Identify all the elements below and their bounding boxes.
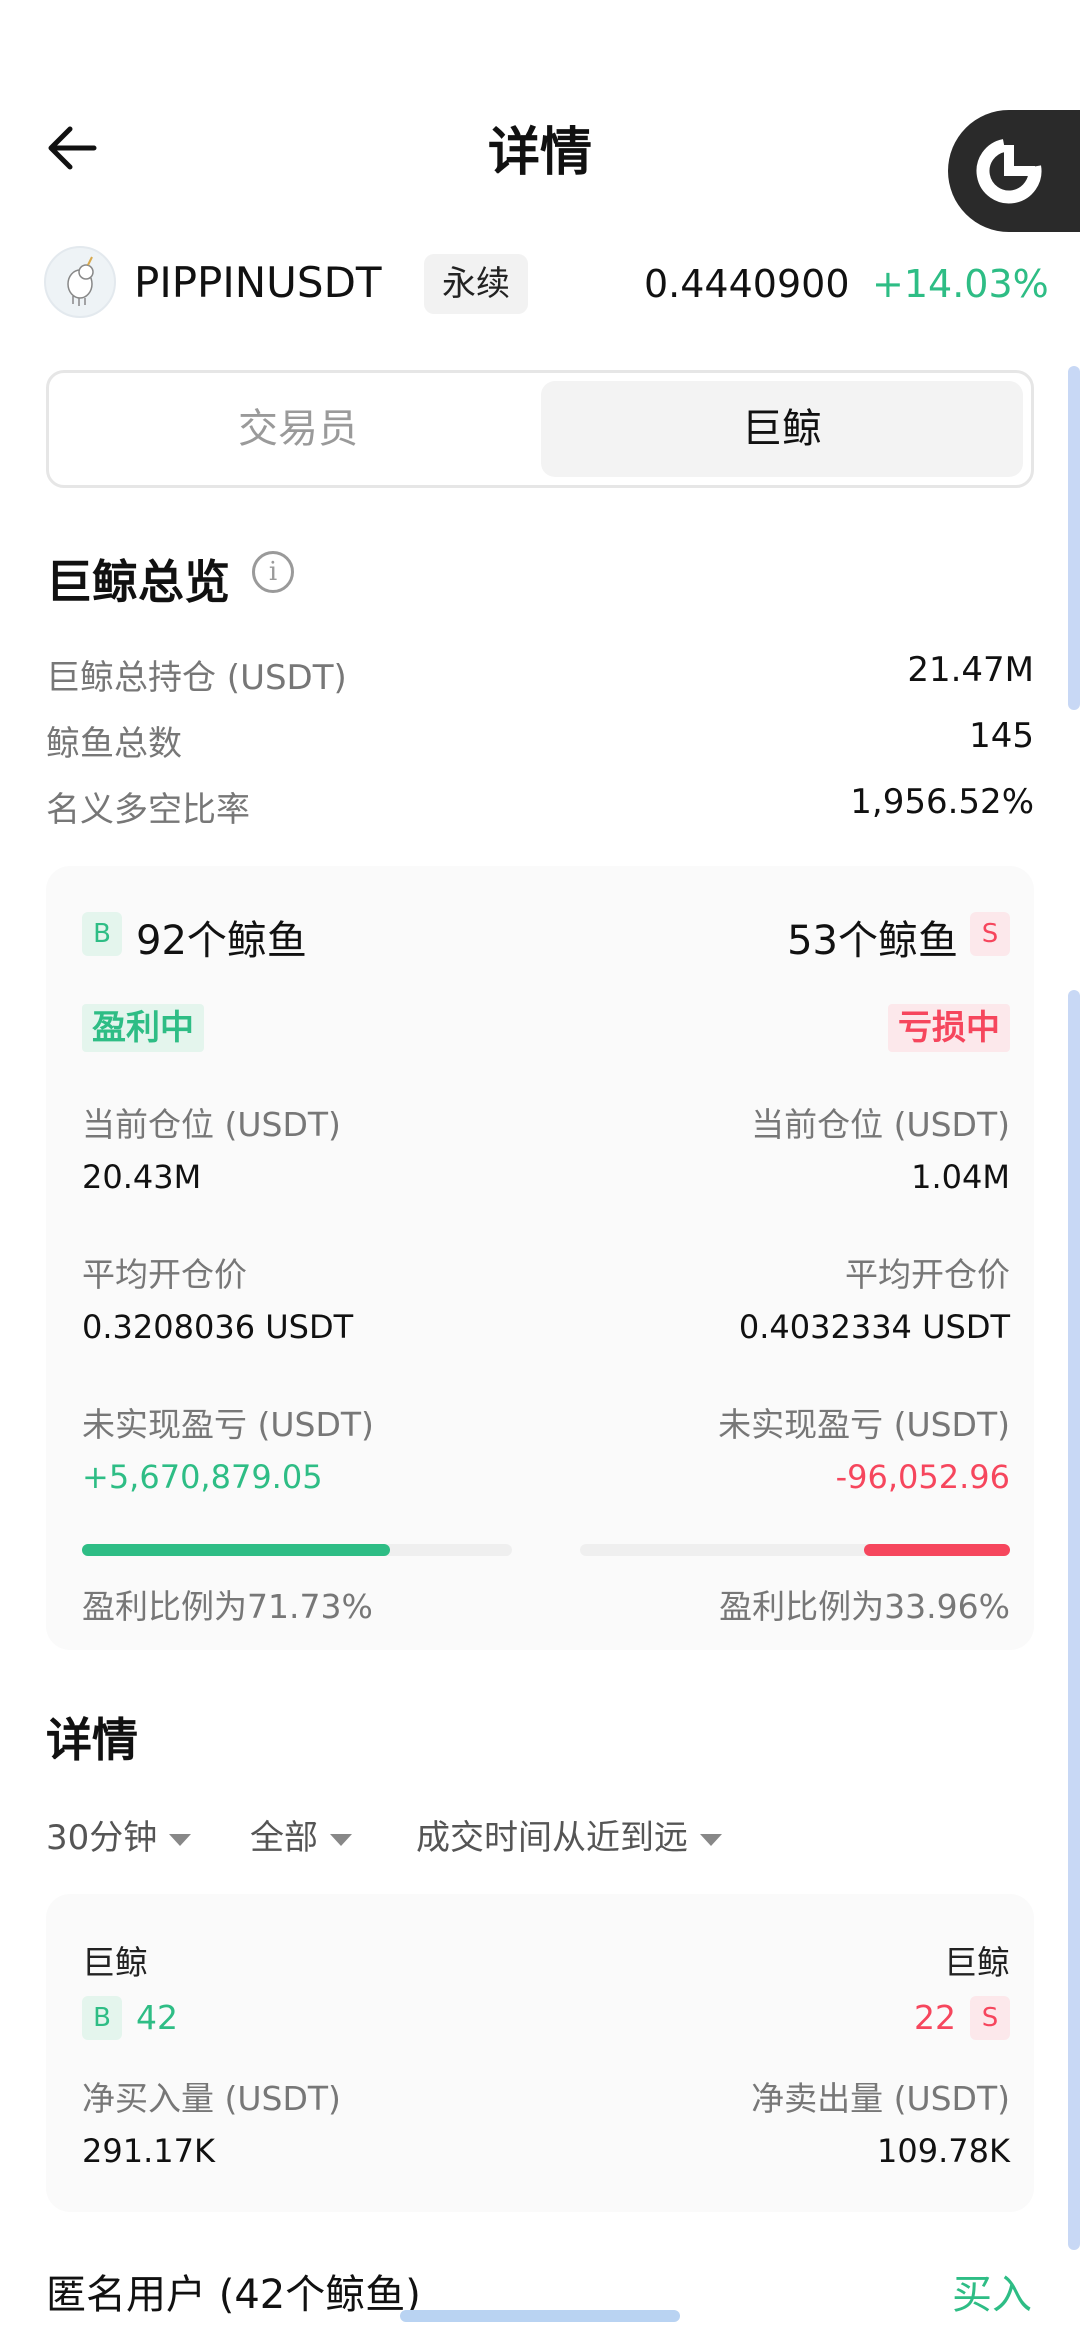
scrollbar-main[interactable]: [1068, 990, 1080, 2250]
info-icon[interactable]: i: [252, 551, 294, 593]
anonymous-user-label[interactable]: 匿名用户 (42个鲸鱼): [46, 2262, 421, 2320]
overview-value-long-short-ratio: 1,956.52%: [850, 782, 1034, 822]
filter-timeframe-label: 30分钟: [46, 1818, 158, 1858]
filter-side[interactable]: 全部: [250, 1810, 352, 1859]
tab-traders[interactable]: 交易员: [57, 381, 539, 477]
details-title: 详情: [46, 1713, 138, 1767]
last-price: 0.4440900: [644, 262, 850, 306]
filter-timeframe[interactable]: 30分钟: [46, 1810, 192, 1859]
tab-whales[interactable]: 巨鲸: [541, 381, 1023, 477]
net-buy-value: 291.17K: [82, 2132, 215, 2170]
sell-badge: S: [970, 912, 1010, 956]
buy-side-label: 巨鲸: [82, 1943, 148, 1982]
filter-sort-label: 成交时间从近到远: [416, 1818, 688, 1858]
overview-label-long-short-ratio: 名义多空比率: [46, 790, 250, 830]
chart-ring-icon: [976, 138, 1042, 204]
short-position-value: 1.04M: [911, 1158, 1010, 1196]
token-avatar: [44, 246, 116, 318]
long-profit-ratio: 盈利比例为71.73%: [82, 1587, 373, 1626]
page-title: 详情: [487, 123, 592, 183]
long-profit-bar: [82, 1544, 512, 1556]
status-profit: 盈利中: [82, 1004, 204, 1052]
overview-label-total-position: 巨鲸总持仓 (USDT): [46, 658, 347, 698]
filter-side-label: 全部: [250, 1818, 318, 1858]
unicorn-logo-icon: [67, 256, 94, 306]
net-sell-value: 109.78K: [877, 2132, 1010, 2170]
long-avg-price-value: 0.3208036 USDT: [82, 1308, 354, 1346]
chevron-down-icon: [169, 1833, 192, 1846]
short-profit-ratio: 盈利比例为33.96%: [719, 1587, 1010, 1626]
buy-badge: B: [82, 1996, 122, 2040]
filter-sort[interactable]: 成交时间从近到远: [416, 1810, 722, 1859]
overview-title: 巨鲸总览: [46, 555, 230, 609]
chevron-down-icon: [700, 1833, 722, 1846]
home-indicator[interactable]: [400, 2310, 680, 2322]
scrollbar-top[interactable]: [1068, 366, 1080, 710]
short-profit-bar: [580, 1544, 1010, 1556]
long-avg-price-label: 平均开仓价: [82, 1255, 247, 1294]
buy-badge: B: [82, 912, 122, 956]
short-profit-bar-fill: [864, 1544, 1010, 1556]
overview-value-total-position: 21.47M: [907, 650, 1034, 690]
short-whale-count: 53个鲸鱼: [787, 918, 958, 964]
overview-value-whale-count: 145: [969, 716, 1034, 756]
sell-badge: S: [970, 1996, 1010, 2040]
short-pnl-label: 未实现盈亏 (USDT): [718, 1405, 1010, 1444]
long-position-label: 当前仓位 (USDT): [82, 1105, 341, 1144]
short-pnl-value: -96,052.96: [835, 1458, 1010, 1496]
short-position-label: 当前仓位 (USDT): [751, 1105, 1010, 1144]
chevron-down-icon: [330, 1833, 352, 1846]
overview-label-whale-count: 鲸鱼总数: [46, 724, 182, 764]
buy-whale-count: 42: [136, 1998, 178, 2037]
floating-chart-button[interactable]: [948, 110, 1080, 232]
sell-side-label: 巨鲸: [944, 1943, 1010, 1982]
net-flow-card: 巨鲸 B 42 净买入量 (USDT) 291.17K 巨鲸 S 22 净卖出量…: [46, 1894, 1034, 2212]
long-profit-bar-fill: [82, 1544, 390, 1556]
long-pnl-value: +5,670,879.05: [82, 1458, 323, 1496]
sell-whale-count: 22: [914, 1998, 956, 2037]
net-sell-label: 净卖出量 (USDT): [751, 2079, 1010, 2118]
perpetual-tag: 永续: [424, 254, 528, 314]
long-pnl-label: 未实现盈亏 (USDT): [82, 1405, 374, 1444]
price-change: +14.03%: [872, 262, 1049, 306]
long-whale-count: 92个鲸鱼: [136, 918, 307, 964]
long-position-value: 20.43M: [82, 1158, 202, 1196]
status-loss: 亏损中: [888, 1004, 1010, 1052]
buy-action-label: 买入: [952, 2272, 1032, 2318]
short-avg-price-label: 平均开仓价: [845, 1255, 1010, 1294]
short-avg-price-value: 0.4032334 USDT: [738, 1308, 1010, 1346]
symbol-name[interactable]: PIPPINUSDT: [134, 258, 382, 307]
trader-whale-segmented-control: 交易员 巨鲸: [46, 370, 1034, 488]
whale-summary-card: B 92个鲸鱼 盈利中 当前仓位 (USDT) 20.43M 平均开仓价 0.3…: [46, 866, 1034, 1650]
net-buy-label: 净买入量 (USDT): [82, 2079, 341, 2118]
